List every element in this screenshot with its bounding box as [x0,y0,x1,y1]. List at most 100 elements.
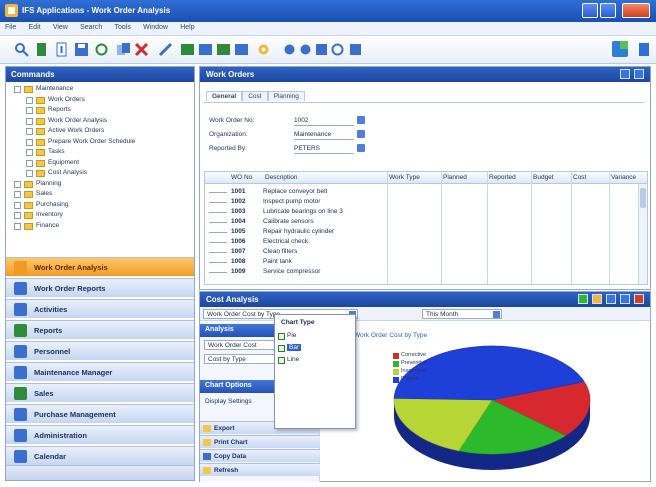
chart-settings-icon[interactable] [592,294,602,304]
nav-button[interactable]: Administration [6,425,194,444]
tab-general[interactable]: General [206,91,243,101]
chart-refresh-icon[interactable] [606,294,616,304]
last-record-icon[interactable] [234,42,249,57]
menu-file[interactable]: File [0,22,21,33]
tree-item[interactable]: Finance [6,222,194,233]
chart-maximize-icon[interactable] [620,294,630,304]
menu-window[interactable]: Window [138,22,173,33]
expand-toggle-icon[interactable] [26,128,33,135]
reported-by-lookup-icon[interactable] [357,144,365,152]
column-header[interactable]: Planned [443,174,467,181]
tree-item[interactable]: Tasks [6,148,194,159]
expand-toggle-icon[interactable] [14,212,21,219]
tree-item[interactable]: Equipment [6,159,194,170]
refresh-item[interactable]: Refresh [200,463,320,476]
tree-item[interactable]: Purchasing [6,201,194,212]
checkbox-icon[interactable] [278,345,285,352]
table-row[interactable]: 1004 Calibrate sensors [205,217,647,227]
expand-toggle-icon[interactable] [14,86,21,93]
expand-toggle-icon[interactable] [26,159,33,167]
tree-item[interactable]: Cost Analysis [6,169,194,180]
print-icon[interactable] [330,42,345,57]
chart-view-icon[interactable] [578,294,588,304]
organization-lookup-icon[interactable] [357,130,365,138]
tree-item[interactable]: Work Orders [6,96,194,107]
expand-toggle-icon[interactable] [14,222,21,230]
menu-tools[interactable]: Tools [110,22,136,33]
chart-icon[interactable] [282,42,297,57]
table-row[interactable]: 1007 Clean filters [205,247,647,257]
export-icon[interactable] [348,42,363,57]
menu-help[interactable]: Help [175,22,199,33]
duplicate-icon[interactable] [116,42,131,57]
panel-close-icon[interactable] [634,69,644,79]
tree-item[interactable]: Work Order Analysis [6,117,194,128]
bookmark-icon[interactable] [34,42,49,57]
table-row[interactable]: 1003 Lubricate bearings on line 3 [205,207,647,217]
chart-type-option-bar[interactable]: Bar [287,344,302,351]
expand-toggle-icon[interactable] [26,96,33,104]
column-header[interactable]: Budget [533,174,554,181]
new-icon[interactable] [54,42,69,57]
expand-toggle-icon[interactable] [14,180,21,188]
menu-view[interactable]: View [48,22,73,33]
settings-icon[interactable] [256,42,271,57]
table-row[interactable]: 1001 Replace conveyor belt [205,187,647,197]
chart-type-option-line[interactable]: Line [287,356,299,363]
tree-item[interactable]: Maintenance [6,85,194,96]
refresh-icon[interactable] [94,42,109,57]
maximize-button[interactable] [600,3,616,18]
nav-button[interactable]: Work Order Analysis [6,257,194,276]
reported-by-field[interactable]: PETERS [294,143,354,154]
nav-button[interactable]: Maintenance Manager [6,362,194,381]
expand-toggle-icon[interactable] [26,170,33,177]
dock-icon[interactable] [638,42,650,57]
expand-toggle-icon[interactable] [14,191,21,198]
save-icon[interactable] [74,42,89,57]
nav-button[interactable]: Sales [6,383,194,402]
checkbox-icon[interactable] [278,357,285,364]
work-order-no-lookup-icon[interactable] [357,116,365,124]
tab-planning[interactable]: Planning [267,91,305,101]
tree-item[interactable]: Prepare Work Order Schedule [6,138,194,149]
expand-toggle-icon[interactable] [26,117,33,125]
print-chart-item[interactable]: Print Chart [200,435,320,448]
chart-close-icon[interactable] [634,294,644,304]
expand-toggle-icon[interactable] [14,201,21,209]
next-record-icon[interactable] [216,42,231,57]
menu-edit[interactable]: Edit [24,22,46,33]
period-select[interactable]: This Month [422,309,502,319]
edit-icon[interactable] [158,42,173,57]
column-header[interactable]: Description [265,174,298,181]
nav-button[interactable]: Calendar [6,446,194,465]
expand-toggle-icon[interactable] [26,138,33,146]
tree-item[interactable]: Sales [6,190,194,201]
panel-options-icon[interactable] [620,69,630,79]
work-order-no-field[interactable]: 1002 [294,115,354,126]
pie-chart[interactable] [322,322,650,482]
expand-toggle-icon[interactable] [26,107,33,114]
previous-record-icon[interactable] [198,42,213,57]
tree-item[interactable]: Reports [6,106,194,117]
filter-icon[interactable] [314,42,329,57]
table-row[interactable]: 1002 Inspect pump motor [205,197,647,207]
tab-cost[interactable]: Cost [242,91,268,101]
column-header[interactable]: WO No [231,174,252,181]
column-header[interactable]: Work Type [389,174,420,181]
table-row[interactable]: 1006 Electrical check [205,237,647,247]
nav-button[interactable]: Work Order Reports [6,278,194,297]
table-row[interactable]: 1009 Service compressor [205,267,647,277]
nav-button[interactable]: Reports [6,320,194,339]
chart-type-option-pie[interactable]: Pie [287,332,296,339]
organization-field[interactable]: Maintenance [294,129,354,140]
find-icon[interactable] [14,42,29,57]
table-row[interactable]: 1008 Paint tank [205,257,647,267]
delete-icon[interactable] [134,42,149,57]
help-icon[interactable] [612,41,628,57]
checkbox-icon[interactable] [278,333,285,340]
tree-item[interactable]: Planning [6,180,194,191]
tree-item[interactable]: Inventory [6,211,194,222]
nav-button[interactable]: Personnel [6,341,194,360]
report-icon[interactable] [298,42,313,57]
copy-data-item[interactable]: Copy Data [200,449,320,462]
